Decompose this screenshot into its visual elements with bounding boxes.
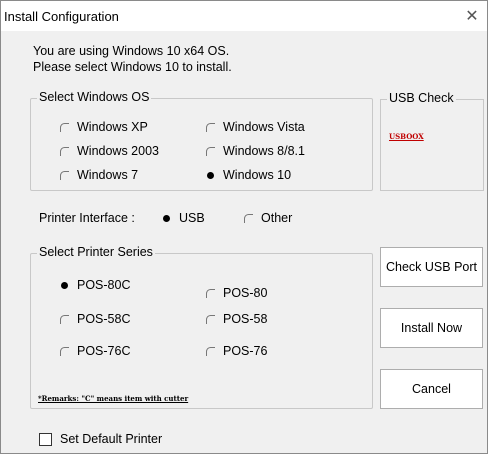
radio-button-selected-icon [161, 213, 172, 224]
radio-button-icon [59, 346, 70, 357]
os-message-line2: Please select Windows 10 to install. [33, 60, 232, 74]
radio-label: POS-58C [77, 312, 131, 326]
radio-printer-pos76c[interactable]: POS-76C [59, 344, 131, 358]
radio-label: Windows XP [77, 120, 148, 134]
radio-os-winxp[interactable]: Windows XP [59, 120, 148, 134]
radio-label: POS-80 [223, 286, 268, 300]
radio-button-icon [205, 146, 216, 157]
radio-button-icon [59, 122, 70, 133]
radio-os-win2003[interactable]: Windows 2003 [59, 144, 159, 158]
radio-label: Windows 8/8.1 [223, 144, 305, 158]
radio-button-icon [59, 170, 70, 181]
printer-series-legend: Select Printer Series [37, 245, 155, 259]
radio-button-icon [205, 122, 216, 133]
install-config-window: Install Configuration ✕ You are using Wi… [0, 0, 488, 454]
window-title: Install Configuration [4, 9, 119, 24]
printer-interface-label: Printer Interface : [39, 211, 135, 225]
radio-interface-other[interactable]: Other [243, 211, 292, 225]
radio-label: POS-80C [77, 278, 131, 292]
title-bar: Install Configuration ✕ [1, 1, 487, 31]
printer-interface-label-text: Printer Interface : [39, 211, 135, 225]
radio-button-icon [59, 146, 70, 157]
radio-button-icon [205, 288, 216, 299]
radio-button-icon [205, 346, 216, 357]
printer-series-group: Select Printer Series POS-80C POS-80 POS… [30, 245, 373, 409]
radio-printer-pos76[interactable]: POS-76 [205, 344, 267, 358]
radio-button-icon [205, 314, 216, 325]
install-now-button[interactable]: Install Now [380, 308, 483, 348]
radio-button-selected-icon [205, 170, 216, 181]
check-usb-port-button[interactable]: Check USB Port [380, 247, 483, 287]
radio-label: Windows 2003 [77, 144, 159, 158]
radio-label: USB [179, 211, 205, 225]
radio-printer-pos80[interactable]: POS-80 [205, 286, 267, 300]
os-message-line1: You are using Windows 10 x64 OS. [33, 44, 230, 58]
radio-os-win8[interactable]: Windows 8/8.1 [205, 144, 305, 158]
radio-label: Windows 7 [77, 168, 139, 182]
usb-status-text: USBOOX [389, 132, 424, 141]
radio-label: Windows 10 [223, 168, 292, 182]
radio-os-win10[interactable]: Windows 10 [205, 168, 291, 182]
radio-button-icon [243, 213, 254, 224]
radio-printer-pos58c[interactable]: POS-58C [59, 312, 131, 326]
radio-label: Other [261, 211, 293, 225]
radio-os-win7[interactable]: Windows 7 [59, 168, 138, 182]
close-icon[interactable]: ✕ [461, 5, 483, 27]
radio-label: POS-58 [223, 312, 268, 326]
cancel-button[interactable]: Cancel [380, 369, 483, 409]
radio-label: POS-76 [223, 344, 268, 358]
radio-button-selected-icon [59, 280, 70, 291]
os-group: Select Windows OS Windows XP Windows Vis… [30, 90, 373, 191]
checkbox-label: Set Default Printer [60, 432, 163, 446]
set-default-printer-checkbox[interactable]: Set Default Printer [39, 432, 162, 446]
cutter-remarks: *Remarks: "C" means item with cutter [38, 394, 189, 403]
usb-check-legend: USB Check [387, 91, 456, 105]
radio-button-icon [59, 314, 70, 325]
checkbox-icon [39, 432, 52, 446]
os-group-legend: Select Windows OS [37, 90, 152, 104]
radio-printer-pos58[interactable]: POS-58 [205, 312, 267, 326]
radio-os-winvista[interactable]: Windows Vista [205, 120, 305, 134]
radio-label: Windows Vista [223, 120, 305, 134]
radio-interface-usb[interactable]: USB [161, 211, 205, 225]
usb-check-group: USB Check USBOOX [380, 91, 484, 191]
radio-label: POS-76C [77, 344, 131, 358]
radio-printer-pos80c[interactable]: POS-80C [59, 278, 131, 292]
